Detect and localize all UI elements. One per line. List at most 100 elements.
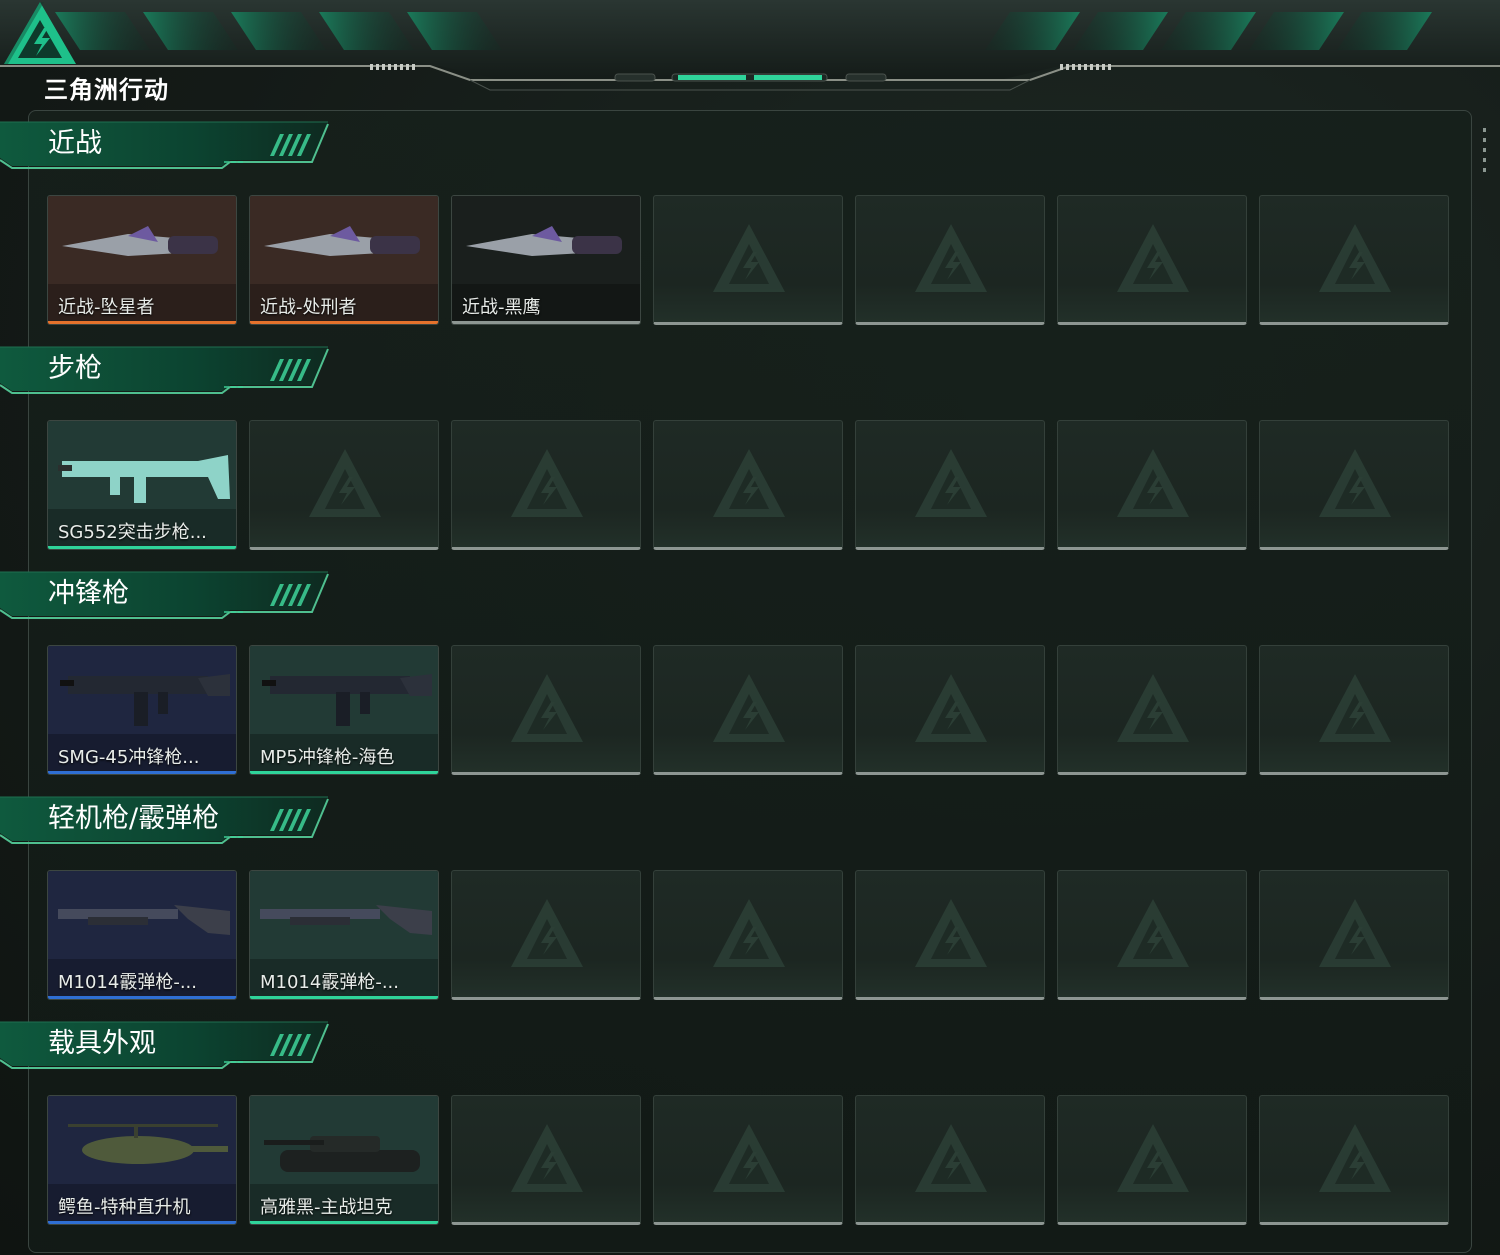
empty-slot[interactable] <box>1057 195 1247 325</box>
placeholder-logo-icon <box>713 899 785 967</box>
item-card[interactable]: 近战-黑鹰 <box>451 195 641 325</box>
empty-slot[interactable] <box>1259 1095 1449 1225</box>
logo-icon <box>4 2 76 64</box>
placeholder-logo-icon <box>915 899 987 967</box>
header: 三角洲行动 <box>0 0 1500 105</box>
placeholder-logo-icon <box>1117 1124 1189 1192</box>
weapon-section: 步枪 SG552突击步枪... <box>0 345 1500 570</box>
weapon-section: 载具外观 鳄鱼-特种直升机 高雅黑-主战坦克 <box>0 1020 1500 1245</box>
item-label: 近战-坠星者 <box>58 297 155 318</box>
empty-slot[interactable] <box>1057 645 1247 775</box>
placeholder-logo-icon <box>309 449 381 517</box>
placeholder-logo-icon <box>1319 899 1391 967</box>
empty-slot[interactable] <box>451 870 641 1000</box>
item-grid: SG552突击步枪... <box>47 420 1451 550</box>
section-header: 近战 <box>0 120 330 172</box>
empty-slot[interactable] <box>855 1095 1045 1225</box>
empty-slot[interactable] <box>855 195 1045 325</box>
empty-slot[interactable] <box>653 420 843 550</box>
empty-slot[interactable] <box>1259 420 1449 550</box>
placeholder-logo-icon <box>1117 899 1189 967</box>
empty-slot[interactable] <box>1057 1095 1247 1225</box>
placeholder-logo-icon <box>915 674 987 742</box>
item-label: M1014霰弹枪-... <box>260 972 399 993</box>
rarity-strip <box>48 546 236 549</box>
item-label: SMG-45冲锋枪... <box>58 747 200 768</box>
item-grid: 鳄鱼-特种直升机 高雅黑-主战坦克 <box>47 1095 1451 1225</box>
item-label: MP5冲锋枪-海色 <box>260 747 395 768</box>
placeholder-logo-icon <box>1319 449 1391 517</box>
item-grid: SMG-45冲锋枪... MP5冲锋枪-海色 <box>47 645 1451 775</box>
placeholder-logo-icon <box>1117 449 1189 517</box>
section-title: 载具外观 <box>48 1028 156 1059</box>
section-title: 近战 <box>48 128 102 159</box>
rarity-strip <box>250 996 438 999</box>
item-label: 近战-处刑者 <box>260 297 357 318</box>
item-card[interactable]: SMG-45冲锋枪... <box>47 645 237 775</box>
item-label: 近战-黑鹰 <box>462 297 541 318</box>
rarity-strip <box>48 1221 236 1224</box>
item-card[interactable]: 鳄鱼-特种直升机 <box>47 1095 237 1225</box>
item-grid: 近战-坠星者 近战-处刑者 近战-黑鹰 <box>47 195 1451 325</box>
placeholder-logo-icon <box>915 1124 987 1192</box>
empty-slot[interactable] <box>451 645 641 775</box>
placeholder-logo-icon <box>1117 224 1189 292</box>
rarity-strip <box>48 771 236 774</box>
item-label: 高雅黑-主战坦克 <box>260 1197 393 1218</box>
item-label: SG552突击步枪... <box>58 522 207 543</box>
placeholder-logo-icon <box>1117 674 1189 742</box>
placeholder-logo-icon <box>511 899 583 967</box>
empty-slot[interactable] <box>1259 195 1449 325</box>
weapon-section: 冲锋枪 SMG-45冲锋枪... MP5冲锋枪-海色 <box>0 570 1500 795</box>
placeholder-logo-icon <box>1319 1124 1391 1192</box>
item-card[interactable]: SG552突击步枪... <box>47 420 237 550</box>
item-card[interactable]: MP5冲锋枪-海色 <box>249 645 439 775</box>
placeholder-logo-icon <box>1319 674 1391 742</box>
placeholder-logo-icon <box>915 224 987 292</box>
section-header: 冲锋枪 <box>0 570 330 622</box>
empty-slot[interactable] <box>653 1095 843 1225</box>
rarity-strip <box>250 771 438 774</box>
placeholder-logo-icon <box>713 449 785 517</box>
empty-slot[interactable] <box>1259 870 1449 1000</box>
section-title: 步枪 <box>48 353 102 384</box>
rarity-strip <box>48 321 236 324</box>
empty-slot[interactable] <box>451 1095 641 1225</box>
placeholder-logo-icon <box>713 1124 785 1192</box>
header-decoration <box>0 0 1500 91</box>
placeholder-logo-icon <box>915 449 987 517</box>
section-header: 轻机枪/霰弹枪 <box>0 795 330 847</box>
empty-slot[interactable] <box>249 420 439 550</box>
rarity-strip <box>250 1221 438 1224</box>
empty-slot[interactable] <box>1259 645 1449 775</box>
empty-slot[interactable] <box>653 195 843 325</box>
empty-slot[interactable] <box>1057 420 1247 550</box>
section-title: 轻机枪/霰弹枪 <box>48 803 220 834</box>
item-label: M1014霰弹枪-... <box>58 972 197 993</box>
item-card[interactable]: 高雅黑-主战坦克 <box>249 1095 439 1225</box>
item-card[interactable]: M1014霰弹枪-... <box>47 870 237 1000</box>
placeholder-logo-icon <box>511 674 583 742</box>
section-title: 冲锋枪 <box>48 578 129 609</box>
empty-slot[interactable] <box>653 870 843 1000</box>
empty-slot[interactable] <box>855 645 1045 775</box>
empty-slot[interactable] <box>451 420 641 550</box>
placeholder-logo-icon <box>713 224 785 292</box>
placeholder-logo-icon <box>511 449 583 517</box>
section-header: 步枪 <box>0 345 330 397</box>
item-card[interactable]: M1014霰弹枪-... <box>249 870 439 1000</box>
empty-slot[interactable] <box>653 645 843 775</box>
item-card[interactable]: 近战-处刑者 <box>249 195 439 325</box>
weapon-section: 近战 近战-坠星者 近战-处刑者 近战-黑鹰 <box>0 120 1500 345</box>
empty-slot[interactable] <box>1057 870 1247 1000</box>
item-card[interactable]: 近战-坠星者 <box>47 195 237 325</box>
placeholder-logo-icon <box>713 674 785 742</box>
rarity-strip <box>48 996 236 999</box>
rarity-strip <box>452 321 640 324</box>
empty-slot[interactable] <box>855 870 1045 1000</box>
empty-slot[interactable] <box>855 420 1045 550</box>
item-label: 鳄鱼-特种直升机 <box>58 1197 191 1218</box>
logo-text: 三角洲行动 <box>44 76 169 104</box>
placeholder-logo-icon <box>511 1124 583 1192</box>
item-grid: M1014霰弹枪-... M1014霰弹枪-... <box>47 870 1451 1000</box>
